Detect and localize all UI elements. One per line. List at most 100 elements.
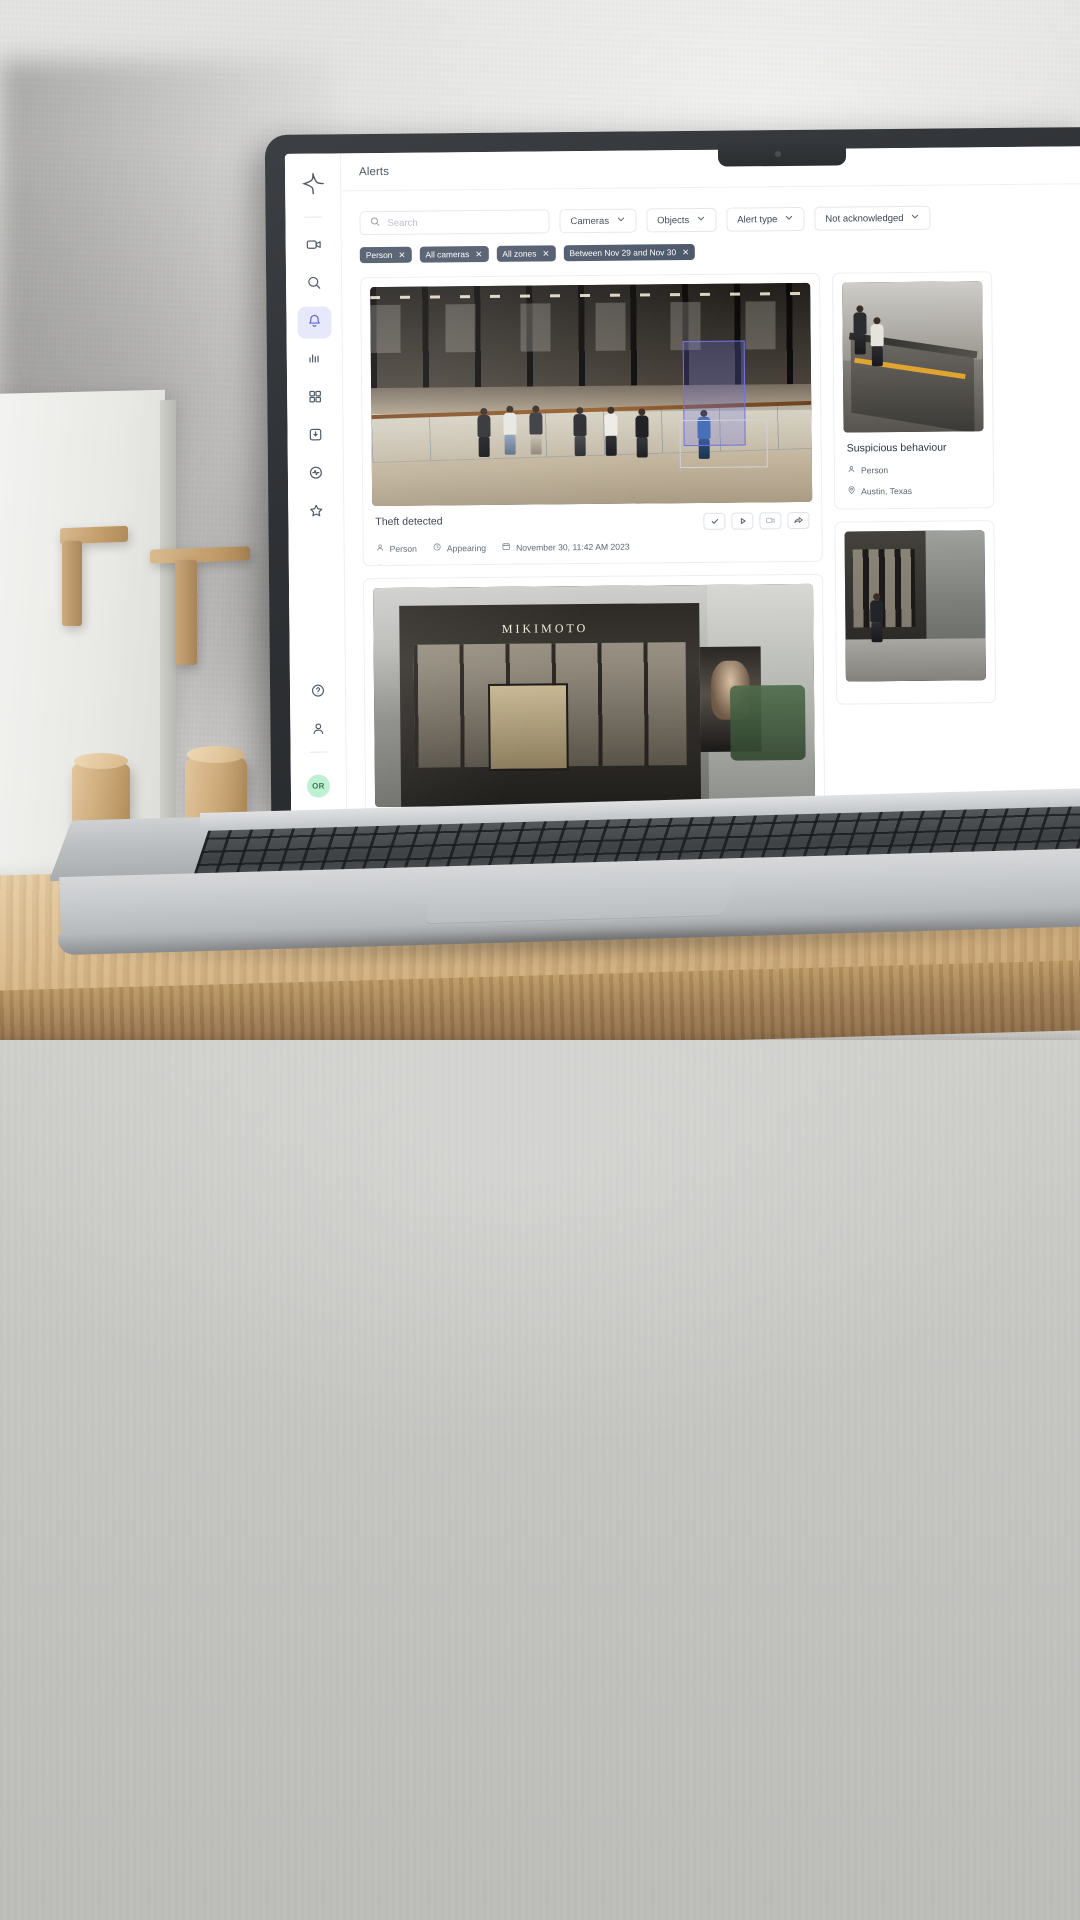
dropdown-objects[interactable]: Objects xyxy=(645,207,717,233)
sidebar-item-help[interactable] xyxy=(300,676,334,708)
meta-text: November 30, 11:42 AM 2023 xyxy=(516,541,630,553)
sidebar-item-analytics[interactable] xyxy=(297,344,331,376)
calendar-icon xyxy=(502,542,511,553)
sidebar: OR xyxy=(284,153,348,814)
alert-thumbnail-mall[interactable] xyxy=(370,282,813,507)
alerts-column-secondary: Suspicious behaviour Person Austin, Texa… xyxy=(832,271,997,809)
play-button[interactable] xyxy=(731,512,754,530)
alert-meta-row-1: Person xyxy=(847,463,981,475)
alert-thumbnail-storefront[interactable]: MIKIMOTO xyxy=(373,584,816,808)
video-camera-icon xyxy=(765,513,775,528)
filter-pill-date-range[interactable]: Between Nov 29 and Nov 30 ✕ xyxy=(563,243,696,262)
meta-state: Appearing xyxy=(433,542,486,554)
alert-thumbnail-escalator[interactable] xyxy=(842,281,984,433)
star-icon xyxy=(308,502,324,523)
filter-pill-label: All zones xyxy=(502,248,537,259)
active-filter-pills: Person ✕ All cameras ✕ All zones ✕ Betwe… xyxy=(359,240,1080,264)
sidebar-divider xyxy=(303,216,322,218)
dropdown-objects-label: Objects xyxy=(656,214,690,226)
dropdown-acknowledged-label: Not acknowledged xyxy=(825,212,904,225)
cctv-frame-storefront: MIKIMOTO xyxy=(373,584,816,808)
alert-meta-row-2: Austin, Texas xyxy=(847,484,981,496)
pin-icon xyxy=(376,564,385,567)
meta-text: Appearing xyxy=(446,542,487,553)
alert-card-body: Suspicious behaviour Person Austin, Texa… xyxy=(835,431,994,509)
meta-zone: Zone 8 xyxy=(513,562,554,567)
alert-card-theft[interactable]: Theft detected Person Appearing November… xyxy=(360,272,823,567)
cctv-frame-escalator xyxy=(842,281,984,433)
meta-text: Austin, Texas, United States xyxy=(390,563,497,566)
meta-location: Austin, Texas, United States xyxy=(376,563,497,567)
dropdown-alert-type[interactable]: Alert type xyxy=(726,206,805,232)
sidebar-item-account[interactable] xyxy=(301,714,335,746)
chevron-down-icon xyxy=(696,214,705,226)
sidebar-item-alerts[interactable] xyxy=(296,306,332,339)
sidebar-item-favorites[interactable] xyxy=(299,496,333,528)
sidebar-item-search[interactable] xyxy=(296,268,330,300)
close-icon[interactable]: ✕ xyxy=(682,247,689,257)
filter-pill-label: Person xyxy=(365,249,393,261)
share-button[interactable] xyxy=(787,511,810,530)
person-icon xyxy=(847,464,856,475)
close-icon[interactable]: ✕ xyxy=(542,248,549,258)
chevron-down-icon xyxy=(784,213,793,225)
filter-pill-person[interactable]: Person ✕ xyxy=(359,246,412,264)
chevron-down-icon xyxy=(911,212,920,224)
play-icon xyxy=(738,513,747,528)
pin-icon xyxy=(847,485,856,496)
dropdown-acknowledged[interactable]: Not acknowledged xyxy=(814,205,931,231)
webcam-notch xyxy=(717,141,847,167)
alert-meta-row-2: Austin, Texas, United States Zone 8 xyxy=(376,560,810,567)
meta-text: Person xyxy=(389,543,417,554)
sidebar-item-cameras[interactable] xyxy=(296,230,330,262)
alerts-grid: Theft detected Person Appearing November… xyxy=(360,270,1080,814)
avatar[interactable]: OR xyxy=(306,774,331,798)
bar-chart-icon xyxy=(306,350,322,371)
laptop: OR Alerts Search Cameras Objects Alert t… xyxy=(0,0,1080,1920)
sidebar-item-archive[interactable] xyxy=(298,420,332,452)
alert-thumbnail-street[interactable] xyxy=(844,530,986,682)
meta-text: Zone 8 xyxy=(527,563,554,567)
grid-icon xyxy=(307,388,323,409)
webcam-lens-icon xyxy=(774,151,782,158)
alert-card-street[interactable] xyxy=(834,520,997,705)
meta-location: Austin, Texas xyxy=(847,485,912,497)
cctv-frame-mall xyxy=(370,282,813,507)
camera-button[interactable] xyxy=(759,512,782,530)
alert-actions xyxy=(703,511,810,530)
filter-controls-row: Search Cameras Objects Alert type Not ac… xyxy=(359,204,1079,236)
meta-text: Austin, Texas xyxy=(861,485,913,496)
dropdown-cameras[interactable]: Cameras xyxy=(559,208,637,234)
alerts-app: OR Alerts Search Cameras Objects Alert t… xyxy=(284,146,1080,814)
filter-pill-all-cameras[interactable]: All cameras ✕ xyxy=(419,245,489,263)
app-logo-icon[interactable] xyxy=(295,166,329,200)
search-icon xyxy=(369,214,380,232)
filter-pill-all-zones[interactable]: All zones ✕ xyxy=(496,245,556,262)
alert-card-suspicious[interactable]: Suspicious behaviour Person Austin, Texa… xyxy=(832,271,995,510)
share-icon xyxy=(793,513,803,528)
alert-card-header: Theft detected xyxy=(375,511,810,533)
storefront-sign: MIKIMOTO xyxy=(501,621,589,637)
close-icon[interactable]: ✕ xyxy=(475,249,482,259)
close-icon[interactable]: ✕ xyxy=(398,250,405,260)
meta-timestamp: November 30, 11:42 AM 2023 xyxy=(502,541,630,553)
alert-title: Suspicious behaviour xyxy=(846,441,947,455)
clock-icon xyxy=(433,542,442,553)
search-placeholder: Search xyxy=(387,217,418,229)
main-content: Alerts Search Cameras Objects Alert type… xyxy=(340,146,1080,814)
meta-object-type: Person xyxy=(847,464,888,475)
sidebar-item-dashboard[interactable] xyxy=(298,382,332,414)
alert-card-body xyxy=(837,680,995,704)
cctv-frame-street xyxy=(844,530,986,682)
acknowledge-button[interactable] xyxy=(703,512,726,530)
filter-pill-label: All cameras xyxy=(425,249,470,260)
alerts-column-main: Theft detected Person Appearing November… xyxy=(360,272,826,814)
chevron-down-icon xyxy=(616,215,625,227)
alert-card-mikimoto[interactable]: MIKIMOTO xyxy=(362,574,826,814)
sidebar-divider-bottom xyxy=(309,751,328,753)
sidebar-item-health[interactable] xyxy=(298,458,332,490)
search-input[interactable]: Search xyxy=(359,209,550,236)
pulse-icon xyxy=(307,464,323,485)
dropdown-cameras-label: Cameras xyxy=(570,215,610,227)
meta-text: Person xyxy=(860,464,889,475)
